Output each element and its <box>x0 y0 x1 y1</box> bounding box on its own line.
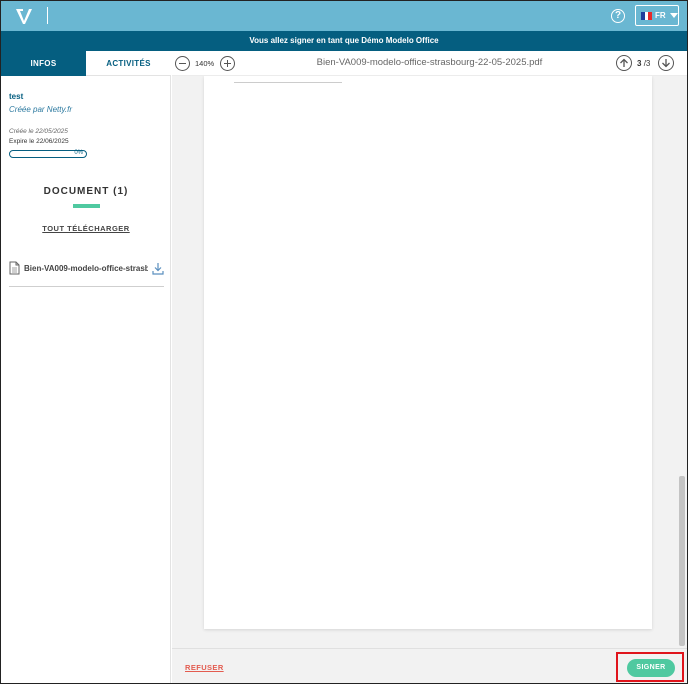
netty-logo-icon[interactable] <box>15 7 33 25</box>
chevron-down-icon <box>669 13 678 18</box>
tab-infos[interactable]: INFOS <box>1 51 86 76</box>
download-all-link[interactable]: TOUT TÉLÉCHARGER <box>1 224 171 233</box>
language-selector[interactable]: FR <box>635 5 679 26</box>
signer-banner: Vous allez signer en tant que Démo Model… <box>1 31 687 51</box>
documents-heading: DOCUMENT (1) <box>43 186 129 197</box>
page-down-icon[interactable] <box>658 55 674 71</box>
pdf-content-line <box>234 82 342 83</box>
top-bar: ? FR <box>1 1 687 31</box>
page-indicator: 3 /3 <box>637 59 650 68</box>
signature-expiry-date: Expire le 22/06/2025 <box>9 138 69 145</box>
document-filename: Bien-VA009-modelo-office-strasbourg-22-0… <box>316 57 543 68</box>
tab-activites[interactable]: ACTIVITÉS <box>86 51 171 76</box>
signature-progress-bar: 0% <box>9 150 87 158</box>
sign-button-highlight: SIGNER <box>616 652 684 682</box>
progress-label: 0% <box>74 150 83 156</box>
page-total: /3 <box>643 59 651 68</box>
page-current: 3 <box>637 59 642 68</box>
documents-heading-underline <box>73 204 100 208</box>
viewer-toolbar: 140% Bien-VA009-modelo-office-strasbourg… <box>172 51 687 76</box>
page-up-icon[interactable] <box>616 55 632 71</box>
logo-divider <box>47 7 48 24</box>
fr-flag-icon <box>641 11 653 20</box>
vertical-scrollbar[interactable] <box>679 476 685 646</box>
refuse-button[interactable]: REFUSER <box>185 663 224 672</box>
file-icon <box>9 261 20 275</box>
pdf-page <box>204 76 652 629</box>
signature-created-date: Créée le 22/05/2025 <box>9 128 68 135</box>
file-name[interactable]: Bien-VA009-modelo-office-strasb <box>24 264 148 273</box>
help-icon[interactable]: ? <box>611 9 625 23</box>
signature-creator: Créée par Netty.fr <box>9 105 72 114</box>
document-scroll-area[interactable] <box>172 76 687 648</box>
signature-title: test <box>9 92 24 101</box>
app-window: ? FR Vous allez signer en tant que Démo … <box>0 0 688 684</box>
sidebar-tabs: INFOS ACTIVITÉS <box>1 51 171 76</box>
file-list-divider <box>9 286 164 287</box>
sidebar: INFOS ACTIVITÉS test Créée par Netty.fr … <box>1 51 171 683</box>
action-bar: REFUSER SIGNER <box>172 648 687 683</box>
sign-button[interactable]: SIGNER <box>627 659 675 677</box>
language-code: FR <box>655 11 666 20</box>
file-item[interactable]: Bien-VA009-modelo-office-strasb <box>9 258 164 278</box>
download-icon[interactable] <box>152 262 164 275</box>
document-viewer: 140% Bien-VA009-modelo-office-strasbourg… <box>172 51 687 683</box>
